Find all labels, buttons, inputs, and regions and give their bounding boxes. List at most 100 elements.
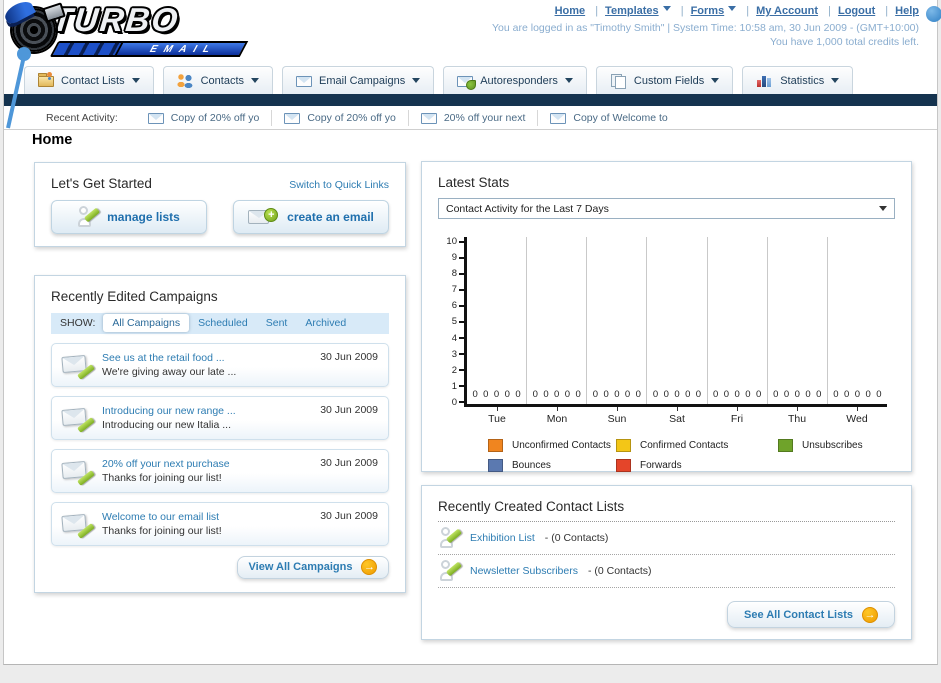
chevron-down-icon: [412, 78, 421, 87]
chart-value-label: 0: [603, 389, 609, 400]
campaign-title-link[interactable]: Introducing our new range ...: [102, 404, 236, 418]
chart-value-label: 0: [865, 389, 871, 400]
app-logo[interactable]: TURBO EMAIL: [12, 1, 252, 60]
legend-item: Confirmed Contacts: [616, 439, 778, 452]
chart-value-label: 0: [805, 389, 811, 400]
chart-group: 00000: [647, 237, 708, 404]
legend-swatch: [616, 459, 631, 472]
recent-activity-item[interactable]: Copy of 20% off yo: [136, 109, 273, 126]
person-pencil-icon: [440, 526, 463, 550]
latest-stats-panel: Latest Stats Contact Activity for the La…: [421, 161, 912, 472]
nav-tab[interactable]: Custom Fields: [595, 66, 734, 94]
switch-quick-links-link[interactable]: Switch to Quick Links: [289, 179, 389, 191]
nav-tab[interactable]: Statistics: [742, 66, 854, 94]
nav-tab[interactable]: Contacts: [162, 66, 274, 94]
campaign-title-link[interactable]: See us at the retail food ...: [102, 351, 236, 365]
nav-tab[interactable]: Email Campaigns: [282, 66, 435, 94]
campaign-title-link[interactable]: Welcome to our email list: [102, 510, 222, 524]
arrow-right-icon: [862, 606, 878, 623]
campaign-date: 30 Jun 2009: [320, 509, 378, 522]
campaigns-filter-tab[interactable]: Sent: [257, 314, 297, 332]
main-nav: Contact Lists Contacts Email Campaigns A…: [24, 66, 854, 94]
header-link[interactable]: Help: [878, 5, 919, 17]
header-link[interactable]: My Account: [739, 5, 818, 17]
header-link[interactable]: Home: [555, 5, 586, 17]
legend-label: Unconfirmed Contacts: [512, 440, 611, 451]
nav-tab[interactable]: Autoresponders: [443, 66, 587, 94]
header-link[interactable]: Logout: [821, 5, 875, 17]
contact-list-name-link[interactable]: Newsletter Subscribers: [470, 565, 578, 577]
recent-activity-item[interactable]: Copy of Welcome to: [538, 110, 679, 126]
chart-value-label: 0: [592, 389, 599, 400]
recent-activity-items: Copy of 20% off yo Copy of 20% off yo 20…: [136, 106, 680, 129]
nav-divider-bar: [4, 94, 937, 106]
campaign-date: 30 Jun 2009: [320, 350, 378, 363]
campaigns-panel: Recently Edited Campaigns SHOW: All Camp…: [34, 275, 406, 593]
recent-activity-bar: Recent Activity: Copy of 20% off yo Copy…: [4, 106, 937, 130]
campaigns-filter-tabs: All Campaigns Scheduled Sent Archived: [103, 314, 355, 333]
envelope-pencil-icon: [61, 459, 95, 486]
campaign-title-link[interactable]: 20% off your next purchase: [102, 457, 230, 471]
legend-item: Unsubscribes: [778, 439, 895, 452]
envelope-pencil-icon: [61, 353, 95, 380]
see-all-contact-lists-button[interactable]: See All Contact Lists: [727, 601, 895, 628]
latest-stats-heading: Latest Stats: [438, 175, 510, 190]
recent-activity-item[interactable]: 20% off your next: [409, 109, 539, 126]
contact-list-count: - (0 Contacts): [587, 565, 652, 577]
nav-tab-icon: [457, 75, 477, 90]
contact-list-row[interactable]: Exhibition List - (0 Contacts): [438, 522, 895, 555]
header-link[interactable]: Forms: [674, 5, 737, 17]
recent-activity-item[interactable]: Copy of 20% off yo: [272, 109, 409, 126]
chart-value-label: 0: [472, 389, 478, 400]
chart-group: 00000: [587, 237, 648, 404]
nav-tab-label: Statistics: [780, 74, 825, 87]
legend-label: Confirmed Contacts: [640, 440, 729, 451]
campaigns-filter-tab[interactable]: Scheduled: [189, 314, 257, 332]
view-all-campaigns-button[interactable]: View All Campaigns: [237, 555, 389, 579]
chart-value-label: 0: [876, 389, 882, 400]
contact-list-row[interactable]: Newsletter Subscribers - (0 Contacts): [438, 555, 895, 588]
contact-lists-heading: Recently Created Contact Lists: [438, 499, 625, 514]
legend-swatch: [616, 439, 631, 452]
chart-value-label: 0: [635, 389, 641, 400]
chevron-down-icon: [728, 6, 737, 15]
header-link[interactable]: Templates: [588, 5, 671, 17]
header-link-label: Help: [895, 5, 919, 17]
stats-period-select[interactable]: Contact Activity for the Last 7 Days: [438, 198, 895, 219]
chart-value-label: 0: [504, 389, 510, 400]
campaign-row[interactable]: Introducing our new range ... Introducin…: [51, 395, 389, 440]
pin-decoration: [6, 47, 31, 129]
legend-item: Bounces: [488, 459, 616, 472]
legend-item: Unconfirmed Contacts: [488, 439, 616, 452]
envelope-icon: [147, 112, 164, 124]
campaign-subtitle: Introducing our new Italia ...: [102, 418, 231, 431]
nav-tab-label: Contact Lists: [61, 74, 125, 87]
chart-value-label: 0: [483, 389, 489, 400]
chart-day-label: Tue: [467, 407, 527, 427]
nav-tab[interactable]: Contact Lists: [24, 66, 154, 94]
chart-value-label: 0: [674, 389, 680, 400]
legend-label: Forwards: [640, 460, 682, 471]
chart-value-label: 0: [493, 389, 500, 400]
chart-value-label: 0: [614, 389, 620, 400]
campaign-row[interactable]: Welcome to our email list Thanks for joi…: [51, 501, 389, 546]
campaigns-filter-tab[interactable]: Archived: [296, 314, 355, 332]
nav-tab-icon: [756, 74, 774, 87]
create-email-button[interactable]: create an email: [233, 200, 389, 234]
chart-value-label: 0: [695, 389, 702, 400]
header-link-label: Forms: [690, 5, 725, 17]
campaign-row[interactable]: See us at the retail food ... We're givi…: [51, 342, 389, 387]
nav-tab-label: Contacts: [200, 74, 245, 87]
credits-remaining: You have 1,000 total credits left.: [769, 36, 919, 48]
campaigns-heading: Recently Edited Campaigns: [51, 289, 218, 304]
campaign-date: 30 Jun 2009: [320, 456, 378, 469]
manage-lists-button[interactable]: manage lists: [51, 200, 207, 234]
campaigns-filter-tab-label: Sent: [265, 317, 288, 330]
campaigns-filter-tab[interactable]: All Campaigns: [103, 314, 190, 333]
chart-value-label: 0: [816, 389, 822, 400]
recent-activity-item-label: 20% off your next: [443, 111, 526, 124]
recent-activity-item-label: Copy of Welcome to: [573, 111, 668, 124]
campaign-row[interactable]: 20% off your next purchase Thanks for jo…: [51, 448, 389, 493]
contact-list-name-link[interactable]: Exhibition List: [470, 532, 535, 544]
chart-group: 00000: [768, 237, 828, 404]
